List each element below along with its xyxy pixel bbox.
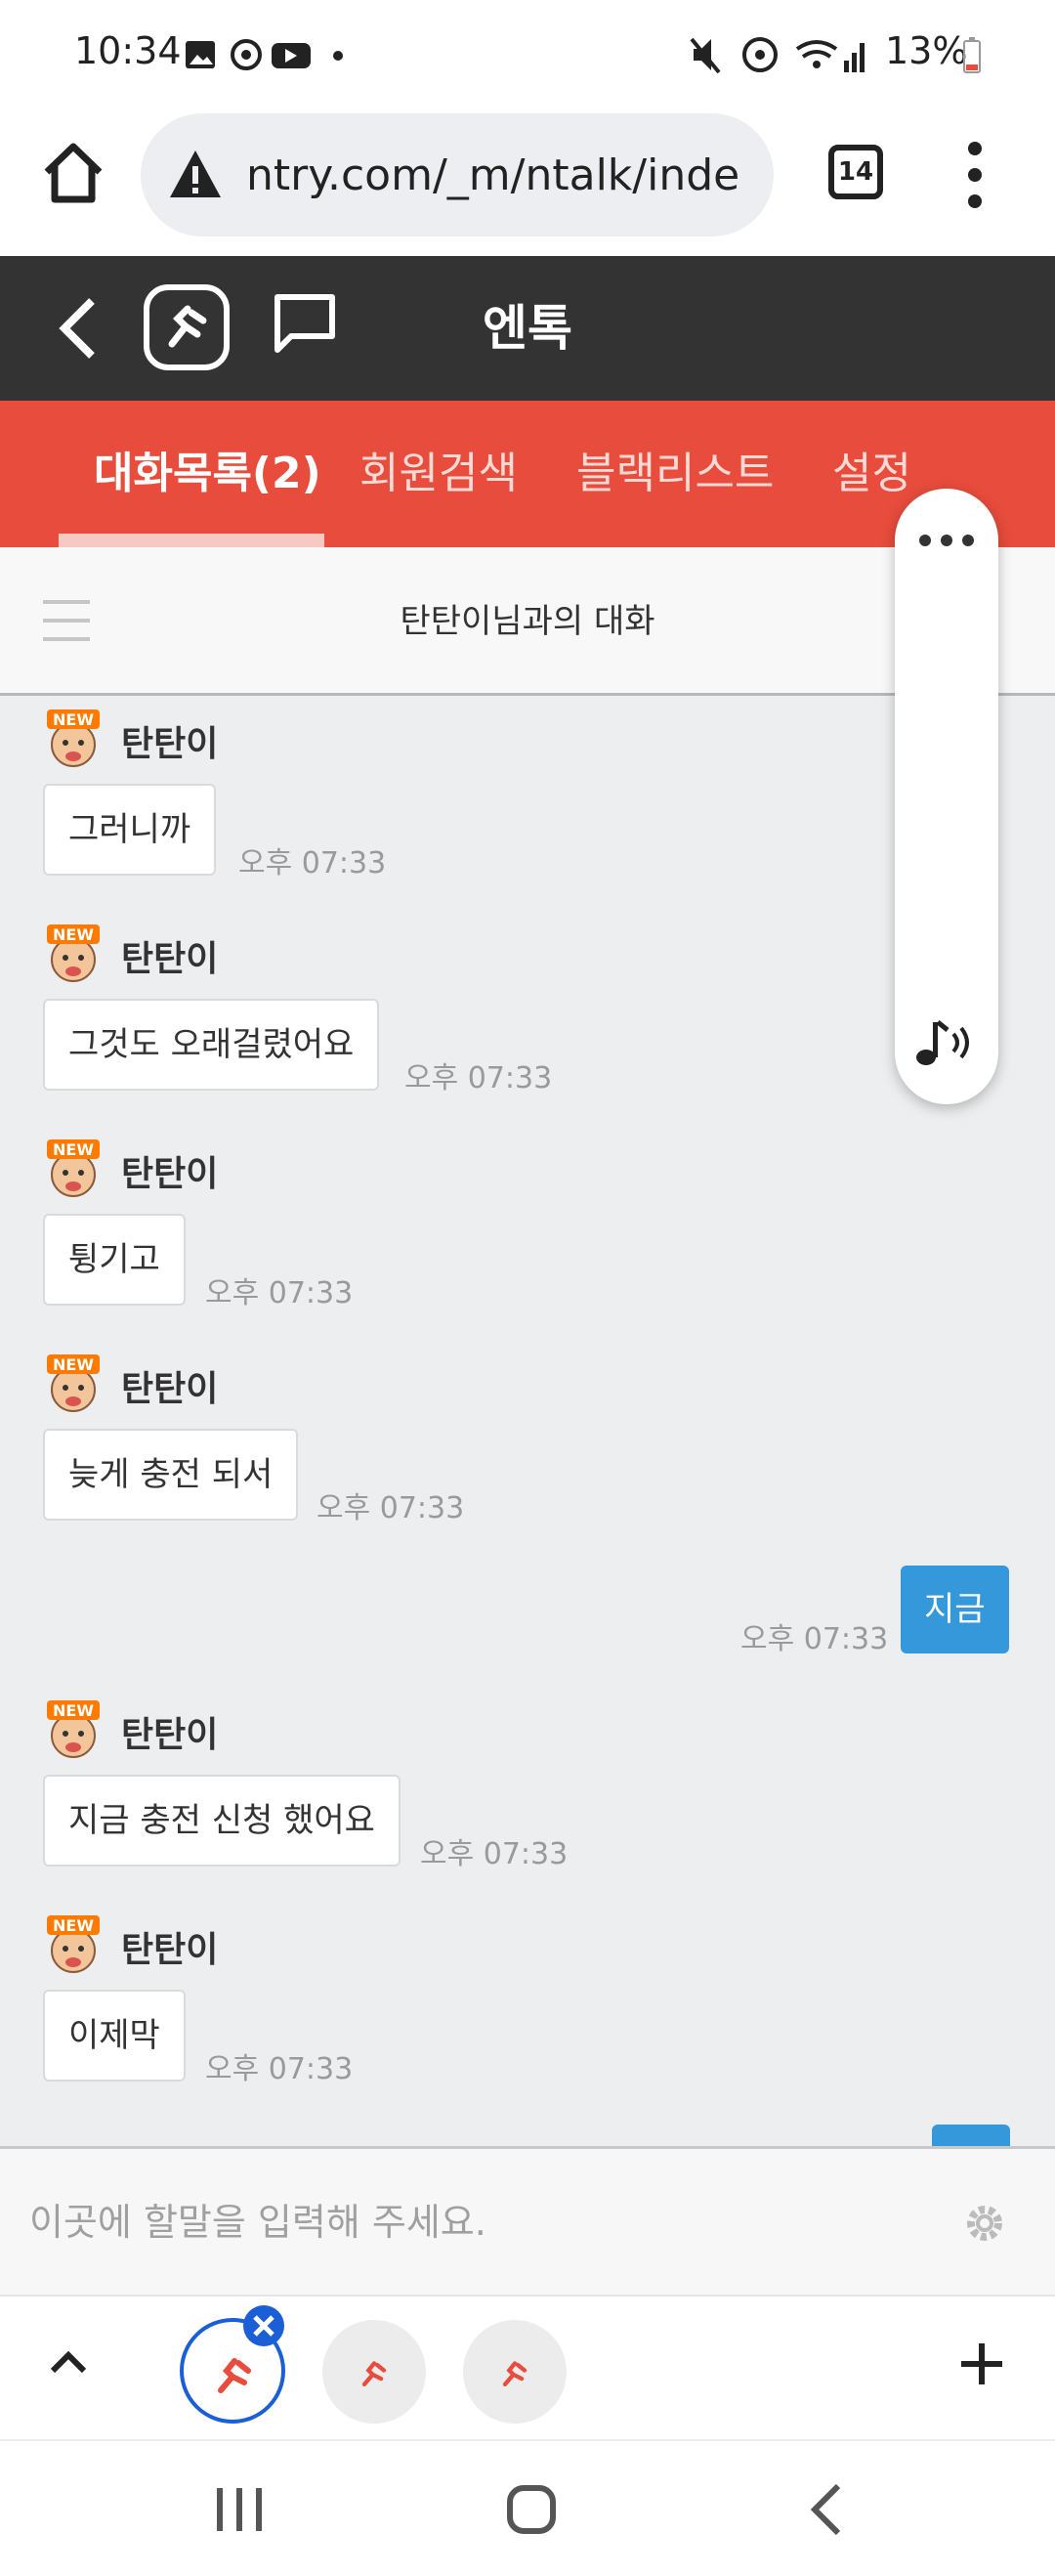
- sound-icon[interactable]: [914, 1016, 979, 1069]
- message-bubble: 튕기고: [43, 1214, 186, 1306]
- list-item: NEW: [43, 923, 104, 987]
- message-time: 오후 07:33: [205, 1276, 354, 1310]
- chevron-up-icon[interactable]: [49, 2349, 88, 2375]
- browser-toolbar: ntry.com/_m/ntalk/inde 14: [0, 106, 1055, 256]
- tab-thumb[interactable]: [463, 2320, 567, 2424]
- message-time: 오후 07:33: [404, 1061, 553, 1095]
- warning-icon[interactable]: [168, 149, 223, 199]
- floating-panel[interactable]: [895, 489, 998, 1104]
- notification-icons: [186, 39, 343, 70]
- url-text: ntry.com/_m/ntalk/inde: [246, 150, 740, 200]
- app-header: 엔톡: [0, 256, 1055, 401]
- tab-member-search[interactable]: 회원검색: [359, 401, 518, 547]
- new-badge: NEW: [53, 1140, 94, 1159]
- my-message-bubble: 지금: [901, 1566, 1009, 1653]
- avatar-icon: NEW: [47, 1915, 100, 1973]
- recent-apps-icon[interactable]: [213, 2486, 266, 2533]
- message-bubble: 늦게 충전 되서: [43, 1429, 299, 1521]
- app-title: 엔톡: [483, 300, 572, 357]
- avatar-icon: NEW: [47, 1700, 100, 1758]
- ntry-tab-icon: [502, 2361, 528, 2386]
- message-sender: 탄탄이: [121, 1930, 219, 1970]
- battery-percent: 13%: [885, 29, 968, 72]
- message-time: 오후 07:33: [205, 2052, 354, 2086]
- new-badge: NEW: [53, 925, 94, 944]
- message-sender: 탄탄이: [121, 724, 219, 764]
- bottom-tab-strip: [0, 2295, 1055, 2439]
- ntry-tab-icon: [218, 2358, 251, 2393]
- home-nav-icon[interactable]: [506, 2484, 557, 2535]
- message-sender: 탄탄이: [121, 1369, 219, 1409]
- message-sender: 탄탄이: [121, 939, 219, 979]
- message-bubble: 그것도 오래걸렸어요: [43, 999, 380, 1091]
- message-bubble: 지금 충전 신청 했어요: [43, 1775, 401, 1867]
- message-sender: 탄탄이: [121, 1715, 219, 1755]
- battery-icon: [963, 37, 981, 73]
- new-badge: NEW: [53, 710, 94, 729]
- message-bubble: 그러니까: [43, 784, 217, 876]
- new-badge: NEW: [53, 1701, 94, 1720]
- avatar-icon: NEW: [47, 1354, 100, 1412]
- home-icon[interactable]: [39, 139, 107, 207]
- message-bubble: 이제막: [43, 1990, 186, 2082]
- url-bar[interactable]: ntry.com/_m/ntalk/inde: [141, 113, 774, 236]
- message-time: 오후 07:33: [740, 1622, 889, 1656]
- my-message-bubble-partial: [932, 2125, 1010, 2146]
- ntry-tab-icon: [361, 2361, 387, 2386]
- list-item: NEW: [43, 1913, 104, 1978]
- system-status-icons: [690, 37, 865, 74]
- status-time: 10:34: [74, 29, 182, 72]
- list-item: NEW: [43, 1352, 104, 1417]
- message-input-bar: 이곳에 할말을 입력해 주세요.: [0, 2146, 1055, 2295]
- system-nav-bar: [0, 2439, 1055, 2576]
- status-bar: 10:34 13%: [0, 0, 1055, 106]
- active-tab-indicator: [59, 534, 324, 547]
- tab-switcher-button[interactable]: 14: [828, 145, 883, 199]
- tab-conversation-list[interactable]: 대화목록(2): [94, 401, 321, 547]
- settings-gear-icon[interactable]: [961, 2200, 1008, 2247]
- more-options-icon[interactable]: [918, 534, 975, 547]
- list-item: NEW: [43, 1698, 104, 1763]
- tab-thumb[interactable]: [322, 2320, 426, 2424]
- message-time: 오후 07:33: [238, 846, 387, 880]
- message-sender: 탄탄이: [121, 1154, 219, 1194]
- avatar-icon: NEW: [47, 924, 100, 982]
- add-tab-icon[interactable]: [959, 2341, 1004, 2386]
- new-badge: NEW: [53, 1355, 94, 1374]
- close-tab-icon[interactable]: [242, 2304, 285, 2347]
- tab-blacklist[interactable]: 블랙리스트: [576, 401, 774, 547]
- list-item: NEW: [43, 708, 104, 772]
- message-time: 오후 07:33: [420, 1837, 569, 1871]
- message-input[interactable]: 이곳에 할말을 입력해 주세요.: [29, 2149, 928, 2296]
- list-item: NEW: [43, 1138, 104, 1202]
- new-badge: NEW: [53, 1916, 94, 1935]
- avatar-icon: NEW: [47, 709, 100, 767]
- back-nav-icon[interactable]: [807, 2482, 846, 2537]
- avatar-icon: NEW: [47, 1139, 100, 1197]
- browser-menu-icon[interactable]: [955, 139, 994, 211]
- message-time: 오후 07:33: [316, 1491, 465, 1525]
